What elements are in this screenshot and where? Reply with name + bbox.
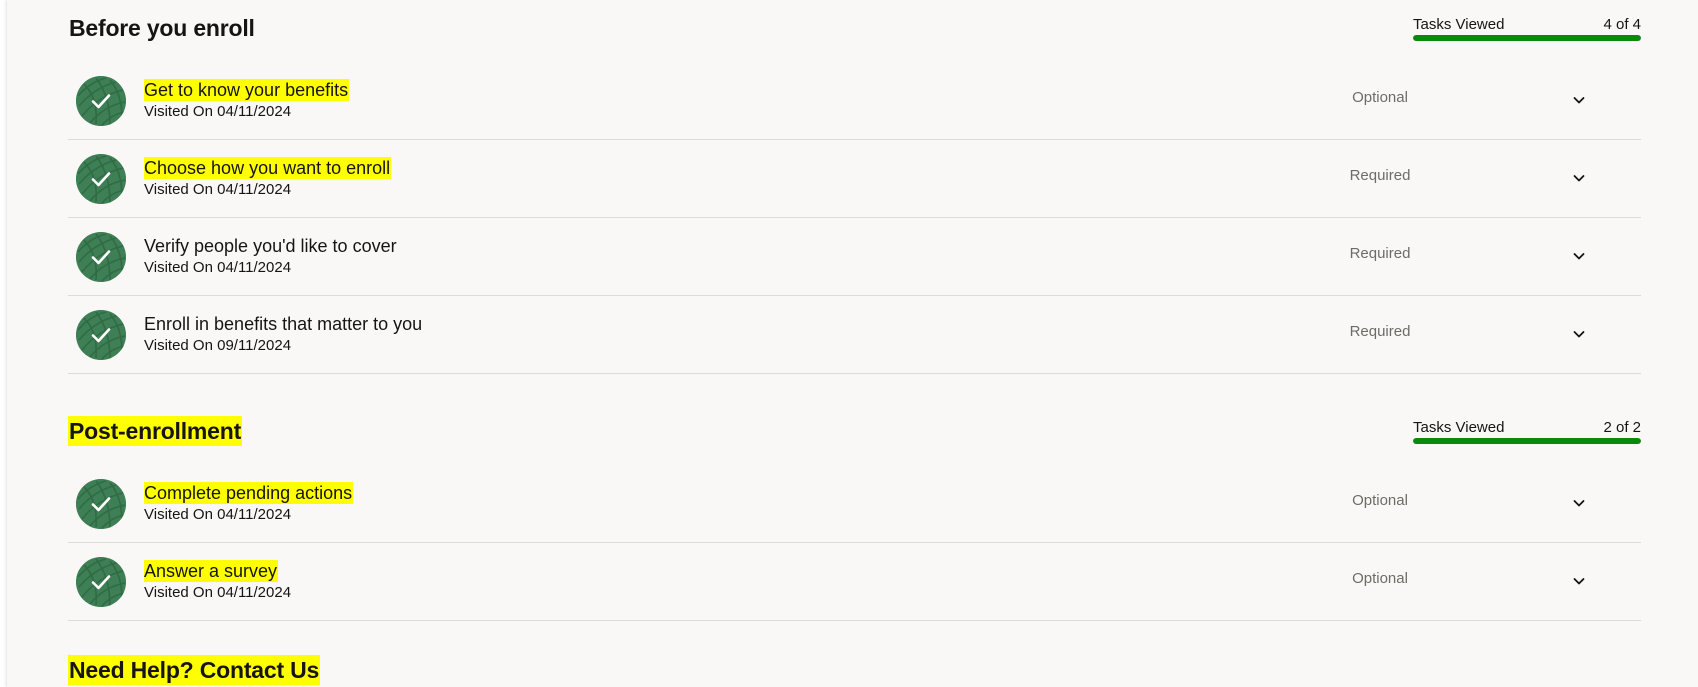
progress-label: Tasks Viewed — [1413, 16, 1505, 33]
task-title[interactable]: Choose how you want to enroll — [144, 157, 392, 179]
progress-count: 2 of 2 — [1603, 419, 1641, 436]
page-panel: Before you enroll Tasks Viewed 4 of 4 Ge… — [7, 0, 1698, 687]
task-row[interactable]: Answer a survey Visited On 04/11/2024 Op… — [68, 543, 1641, 621]
help-section: Need Help? Contact Us — [68, 655, 1641, 687]
check-icon — [76, 310, 126, 360]
chevron-down-icon[interactable] — [1570, 169, 1588, 187]
task-status: Optional — [1352, 570, 1408, 587]
section-title: Post-enrollment — [68, 416, 243, 446]
task-list: Complete pending actions Visited On 04/1… — [68, 465, 1641, 621]
task-list: Get to know your benefits Visited On 04/… — [68, 62, 1641, 374]
task-status: Required — [1349, 167, 1411, 184]
section-title: Before you enroll — [69, 15, 255, 41]
task-title[interactable]: Enroll in benefits that matter to you — [144, 313, 423, 335]
tasks-viewed-progress: Tasks Viewed 2 of 2 — [1413, 419, 1641, 449]
check-icon — [76, 557, 126, 607]
task-visited-date: Visited On 04/11/2024 — [144, 584, 292, 601]
progress-fill — [1413, 438, 1641, 444]
task-title[interactable]: Get to know your benefits — [144, 79, 350, 101]
help-title: Need Help? Contact Us — [68, 655, 321, 685]
task-visited-date: Visited On 04/11/2024 — [144, 259, 292, 276]
chevron-down-icon[interactable] — [1570, 247, 1588, 265]
task-visited-date: Visited On 09/11/2024 — [144, 337, 292, 354]
task-title[interactable]: Complete pending actions — [144, 482, 354, 504]
task-row[interactable]: Verify people you'd like to cover Visite… — [68, 218, 1641, 296]
task-status: Optional — [1352, 89, 1408, 106]
task-title[interactable]: Verify people you'd like to cover — [144, 235, 398, 257]
task-row[interactable]: Choose how you want to enroll Visited On… — [68, 140, 1641, 218]
task-row[interactable]: Complete pending actions Visited On 04/1… — [68, 465, 1641, 543]
check-icon — [76, 479, 126, 529]
check-icon — [76, 154, 126, 204]
chevron-down-icon[interactable] — [1570, 572, 1588, 590]
section-post-enrollment: Post-enrollment Tasks Viewed 2 of 2 Comp… — [68, 416, 1641, 621]
chevron-down-icon[interactable] — [1570, 325, 1588, 343]
task-row[interactable]: Enroll in benefits that matter to you Vi… — [68, 296, 1641, 374]
task-title[interactable]: Answer a survey — [144, 560, 279, 582]
task-status: Optional — [1352, 492, 1408, 509]
progress-label: Tasks Viewed — [1413, 419, 1505, 436]
progress-track — [1413, 438, 1641, 444]
task-status: Required — [1349, 323, 1411, 340]
task-visited-date: Visited On 04/11/2024 — [144, 181, 292, 198]
check-icon — [76, 76, 126, 126]
task-visited-date: Visited On 04/11/2024 — [144, 103, 292, 120]
task-visited-date: Visited On 04/11/2024 — [144, 506, 292, 523]
progress-count: 4 of 4 — [1603, 16, 1641, 33]
tasks-viewed-progress: Tasks Viewed 4 of 4 — [1413, 16, 1641, 46]
chevron-down-icon[interactable] — [1570, 494, 1588, 512]
check-icon — [76, 232, 126, 282]
chevron-down-icon[interactable] — [1570, 91, 1588, 109]
section-before-you-enroll: Before you enroll Tasks Viewed 4 of 4 Ge… — [68, 13, 1641, 374]
task-status: Required — [1349, 245, 1411, 262]
task-row[interactable]: Get to know your benefits Visited On 04/… — [68, 62, 1641, 140]
progress-track — [1413, 35, 1641, 41]
progress-fill — [1413, 35, 1641, 41]
